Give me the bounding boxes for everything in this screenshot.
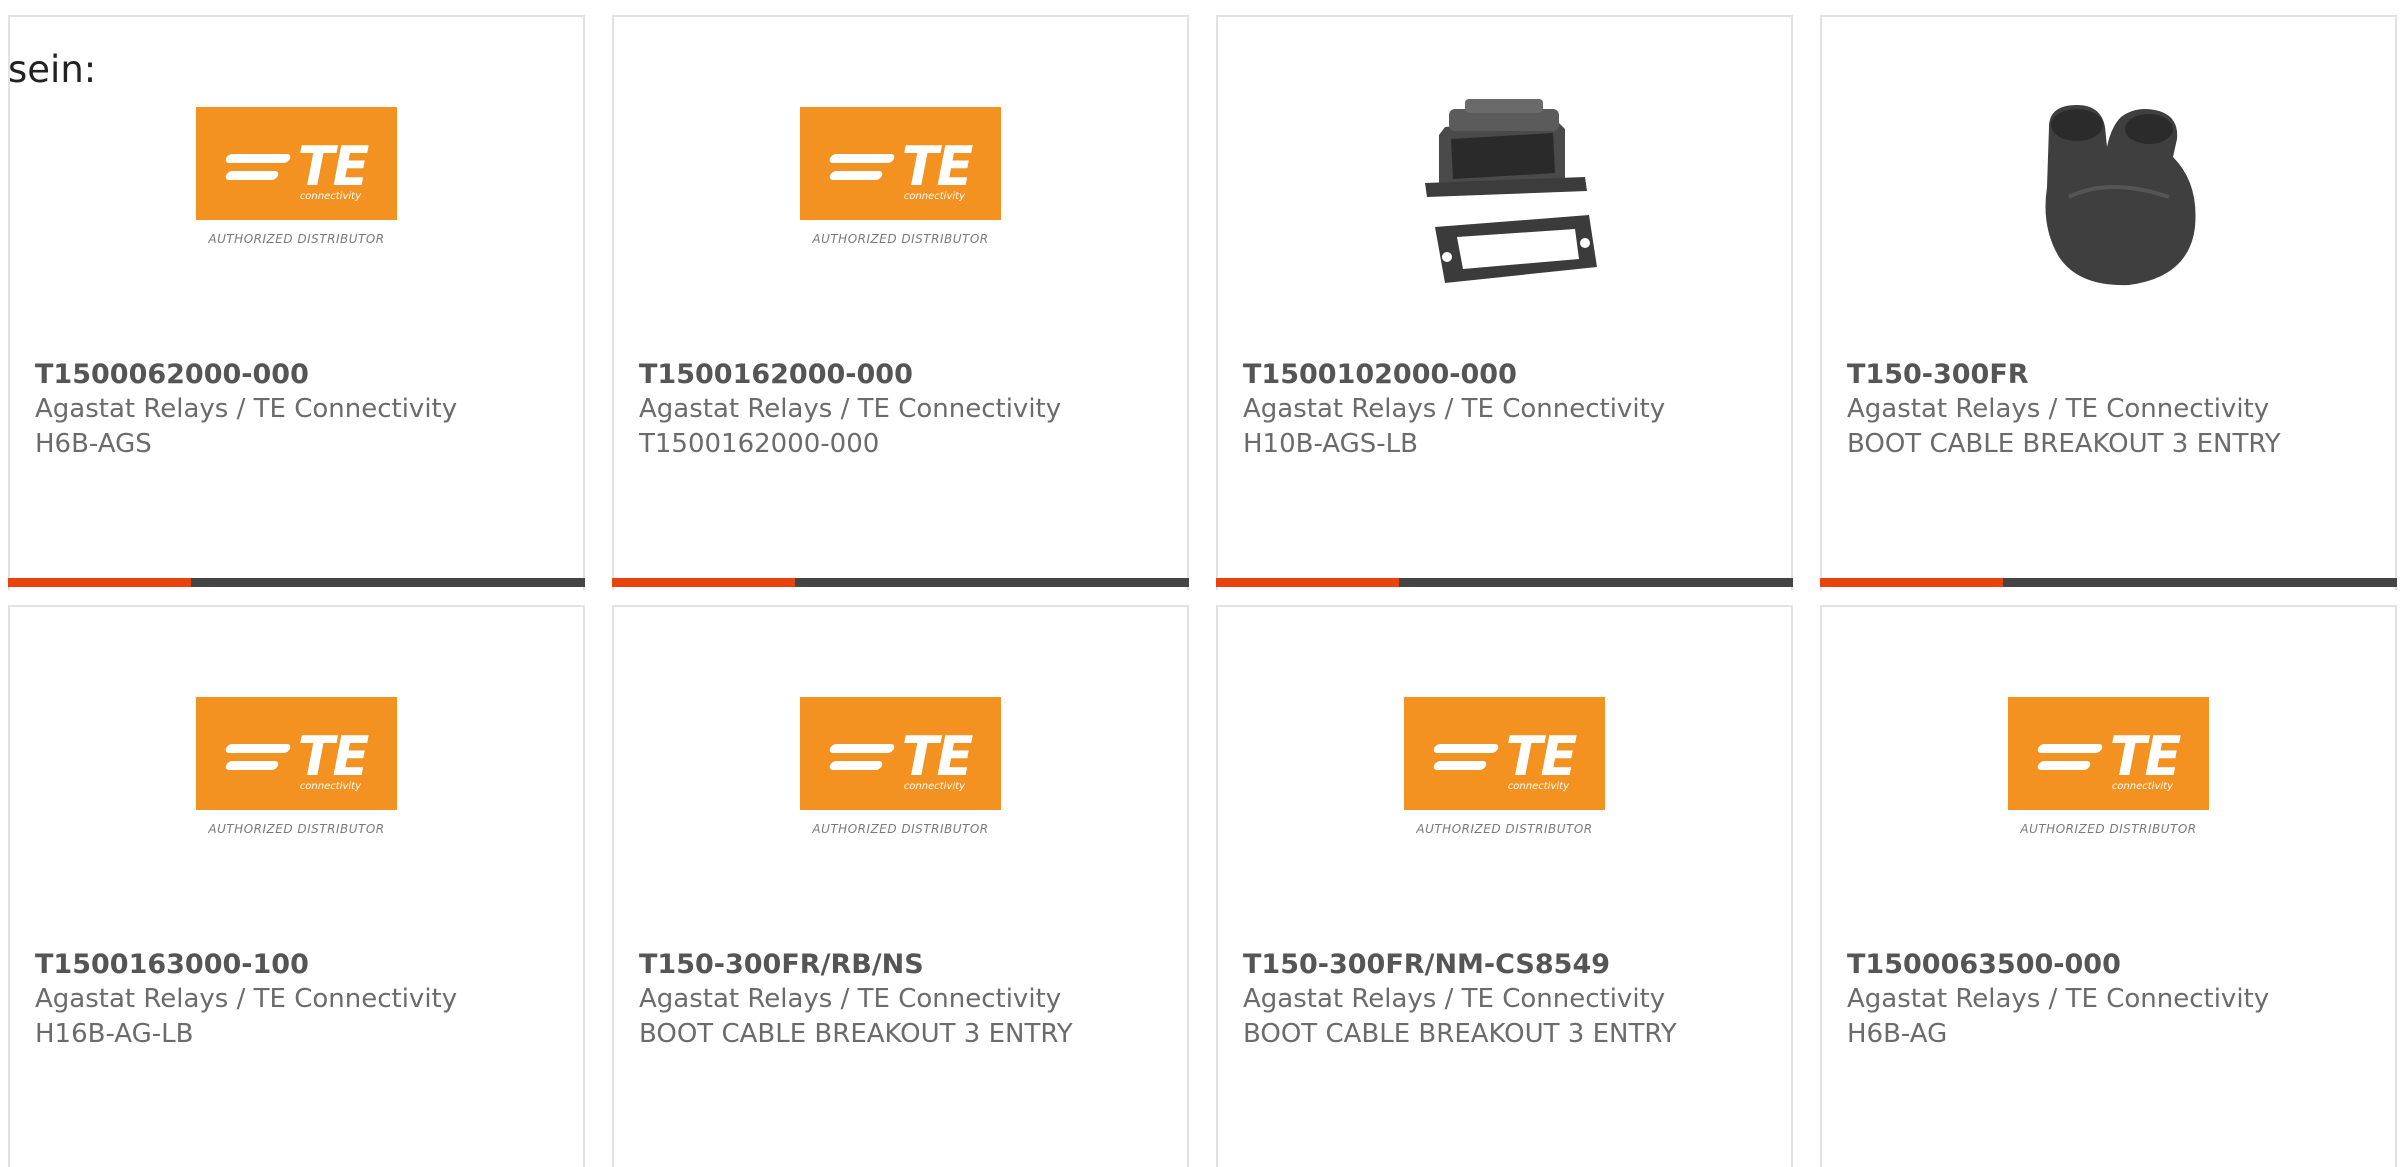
manufacturer: Agastat Relays / TE Connectivity (35, 394, 458, 424)
product-card[interactable]: TE connectivity AUTHORIZED DISTRIBUTOR T… (612, 605, 1189, 1167)
part-number-link[interactable]: T1500163000-100 (35, 948, 573, 982)
connector-housing-photo (1404, 87, 1605, 297)
product-card[interactable]: T1500102000-000 Agastat Relays / TE Conn… (1216, 15, 1793, 590)
part-number-link[interactable]: T1500162000-000 (639, 358, 1177, 392)
product-card[interactable]: TE connectivity AUTHORIZED DISTRIBUTOR T… (612, 15, 1189, 590)
te-logo-box: TE connectivity (1404, 697, 1605, 810)
product-card[interactable]: TE connectivity AUTHORIZED DISTRIBUTOR T… (1820, 605, 2397, 1167)
product-image: TE connectivity AUTHORIZED DISTRIBUTOR (614, 107, 1187, 287)
te-logo: TE connectivity AUTHORIZED DISTRIBUTOR (2007, 697, 2211, 836)
logo-caption: AUTHORIZED DISTRIBUTOR (1416, 822, 1593, 836)
cable-boot-photo (2008, 87, 2209, 297)
logo-caption: AUTHORIZED DISTRIBUTOR (208, 232, 385, 246)
bar-accent (612, 578, 795, 587)
te-logo-box: TE connectivity (800, 107, 1001, 220)
card-progress-bar (612, 578, 1189, 587)
te-logo-box: TE connectivity (2008, 697, 2209, 810)
logo-caption: AUTHORIZED DISTRIBUTOR (2020, 822, 2197, 836)
te-logo: TE connectivity AUTHORIZED DISTRIBUTOR (195, 107, 399, 246)
manufacturer: Agastat Relays / TE Connectivity (639, 394, 1062, 424)
product-image: TE connectivity AUTHORIZED DISTRIBUTOR (1218, 697, 1791, 877)
part-number-link[interactable]: T1500063500-000 (1847, 948, 2385, 982)
product-image (1218, 87, 1791, 297)
card-progress-bar (1216, 578, 1793, 587)
te-logo: TE connectivity AUTHORIZED DISTRIBUTOR (799, 107, 1003, 246)
product-card[interactable]: TE connectivity AUTHORIZED DISTRIBUTOR T… (8, 15, 585, 590)
product-card[interactable]: TE connectivity AUTHORIZED DISTRIBUTOR T… (1216, 605, 1793, 1167)
intro-text: sein: (8, 48, 97, 91)
te-logo-box: TE connectivity (800, 697, 1001, 810)
part-number-link[interactable]: T1500062000-000 (35, 358, 573, 392)
product-image: TE connectivity AUTHORIZED DISTRIBUTOR (1822, 697, 2395, 877)
description: H16B-AG-LB (35, 1019, 194, 1049)
product-image: TE connectivity AUTHORIZED DISTRIBUTOR (10, 107, 583, 287)
description: BOOT CABLE BREAKOUT 3 ENTRY (1243, 1019, 1677, 1049)
bar-accent (1820, 578, 2003, 587)
product-image (1822, 87, 2395, 297)
description: H6B-AG (1847, 1019, 1948, 1049)
product-card[interactable]: TE connectivity AUTHORIZED DISTRIBUTOR T… (8, 605, 585, 1167)
manufacturer: Agastat Relays / TE Connectivity (1847, 394, 2270, 424)
part-number-link[interactable]: T150-300FR (1847, 358, 2385, 392)
description: T1500162000-000 (639, 429, 880, 459)
product-grid-page: sein: TE connectivity AUTHORIZED DISTRIB… (0, 0, 2400, 1167)
description: BOOT CABLE BREAKOUT 3 ENTRY (1847, 429, 2281, 459)
te-logo: TE connectivity AUTHORIZED DISTRIBUTOR (799, 697, 1003, 836)
logo-caption: AUTHORIZED DISTRIBUTOR (812, 232, 989, 246)
product-card[interactable]: T150-300FR Agastat Relays / TE Connectiv… (1820, 15, 2397, 590)
part-number-link[interactable]: T1500102000-000 (1243, 358, 1781, 392)
product-image: TE connectivity AUTHORIZED DISTRIBUTOR (614, 697, 1187, 877)
manufacturer: Agastat Relays / TE Connectivity (1847, 984, 2270, 1014)
logo-caption: AUTHORIZED DISTRIBUTOR (812, 822, 989, 836)
card-progress-bar (8, 578, 585, 587)
te-logo: TE connectivity AUTHORIZED DISTRIBUTOR (1403, 697, 1607, 836)
logo-caption: AUTHORIZED DISTRIBUTOR (208, 822, 385, 836)
te-logo-box: TE connectivity (196, 697, 397, 810)
te-logo: TE connectivity AUTHORIZED DISTRIBUTOR (195, 697, 399, 836)
manufacturer: Agastat Relays / TE Connectivity (35, 984, 458, 1014)
part-number-link[interactable]: T150-300FR/RB/NS (639, 948, 1177, 982)
card-progress-bar (1820, 578, 2397, 587)
manufacturer: Agastat Relays / TE Connectivity (1243, 984, 1666, 1014)
te-logo-box: TE connectivity (196, 107, 397, 220)
bar-accent (8, 578, 191, 587)
description: BOOT CABLE BREAKOUT 3 ENTRY (639, 1019, 1073, 1049)
description: H6B-AGS (35, 429, 152, 459)
manufacturer: Agastat Relays / TE Connectivity (1243, 394, 1666, 424)
bar-accent (1216, 578, 1399, 587)
product-image: TE connectivity AUTHORIZED DISTRIBUTOR (10, 697, 583, 877)
description: H10B-AGS-LB (1243, 429, 1418, 459)
manufacturer: Agastat Relays / TE Connectivity (639, 984, 1062, 1014)
part-number-link[interactable]: T150-300FR/NM-CS8549 (1243, 948, 1781, 982)
